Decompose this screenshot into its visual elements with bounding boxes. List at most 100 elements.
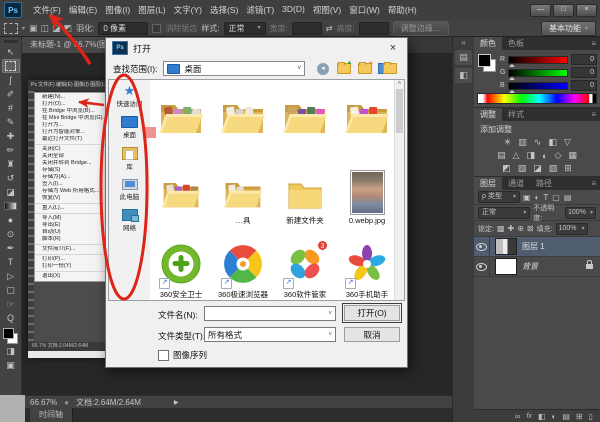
move-tool[interactable]: ↖: [2, 45, 20, 59]
sidebar-item-network[interactable]: 网络: [122, 209, 138, 232]
layer-group-icon[interactable]: ▤: [562, 412, 570, 421]
style-select[interactable]: 正常▾: [224, 22, 266, 35]
lock-pixels-icon[interactable]: ✚: [508, 224, 515, 233]
brightness-contrast-icon[interactable]: ☀: [503, 137, 511, 148]
menu-item-9[interactable]: 窗口(W): [345, 4, 384, 16]
history-brush-tool[interactable]: ↺: [2, 171, 20, 185]
posterize-icon[interactable]: ▧: [518, 163, 527, 174]
eraser-tool[interactable]: ◪: [2, 185, 20, 199]
file-list[interactable]: …具 新建文件夹 0.webp.jpg ↗ 360安全卫士: [150, 80, 404, 300]
file-item-新建文件夹[interactable]: 新建文件夹: [274, 154, 336, 228]
filter-adjustment-icon[interactable]: ◐: [535, 193, 540, 202]
color-tab-1[interactable]: 色板: [502, 37, 530, 50]
dialog-close-button[interactable]: ×: [385, 42, 401, 54]
color-lookup-icon[interactable]: ▦: [568, 150, 577, 161]
panel-foreground-swatch[interactable]: [478, 54, 491, 67]
menu-item-6[interactable]: 滤镜(T): [242, 4, 278, 16]
file-item-360安全卫士[interactable]: ↗ 360安全卫士: [150, 228, 212, 300]
open-button[interactable]: 打开(O): [344, 305, 400, 321]
layer-thumbnail[interactable]: [495, 258, 517, 275]
channel-mixer-icon[interactable]: ◇: [554, 150, 561, 161]
cancel-button[interactable]: 取消: [344, 327, 400, 342]
back-button[interactable]: ◂: [315, 62, 330, 75]
color-balance-icon[interactable]: △: [513, 150, 520, 161]
timeline-tab[interactable]: 时间轴: [30, 408, 73, 422]
quick-mask-icon[interactable]: ◨: [2, 344, 20, 358]
color-spectrum-ramp[interactable]: [477, 93, 597, 104]
lock-position-icon[interactable]: ⊕: [517, 224, 524, 233]
color-menu-icon[interactable]: ≡: [591, 37, 600, 50]
visibility-toggle[interactable]: [474, 237, 490, 256]
crop-tool[interactable]: #: [2, 101, 20, 115]
intersect-selection-icon[interactable]: ◩: [64, 23, 73, 34]
adjustments-menu-icon[interactable]: ≡: [591, 108, 600, 121]
layer-styles-icon[interactable]: fx: [526, 413, 531, 420]
filter-pixel-icon[interactable]: ▣: [523, 193, 531, 202]
width-input[interactable]: [292, 22, 322, 35]
layer-row-0[interactable]: 图层 1: [474, 237, 600, 257]
fill-input[interactable]: 100%▾: [556, 223, 588, 235]
exposure-icon[interactable]: ◧: [548, 137, 557, 148]
brush-tool[interactable]: ✏: [2, 143, 20, 157]
file-item-folder-open[interactable]: [336, 80, 398, 154]
filter-type-icon[interactable]: T: [543, 193, 548, 202]
adjustments-tab-1[interactable]: 样式: [502, 108, 530, 121]
delete-layer-icon[interactable]: ▯: [589, 412, 593, 421]
expand-panels-icon[interactable]: «: [461, 39, 465, 47]
color-tab-0[interactable]: 颜色: [474, 37, 502, 50]
layers-menu-icon[interactable]: ≡: [591, 177, 600, 190]
path-selection-tool[interactable]: ▷: [2, 269, 20, 283]
file-name-input[interactable]: ˅: [204, 306, 336, 321]
minimize-button[interactable]: —: [530, 4, 551, 17]
hue-saturation-icon[interactable]: ▤: [497, 150, 506, 161]
zoom-tool[interactable]: Q: [2, 311, 20, 325]
file-item-360手机助手[interactable]: ↗ 360手机助手: [336, 228, 398, 300]
layer-mask-icon[interactable]: ◧: [538, 412, 546, 421]
link-layers-icon[interactable]: ∞: [515, 412, 521, 421]
feather-input[interactable]: 0 像素: [98, 22, 148, 35]
up-one-level-button[interactable]: ▲: [336, 62, 351, 75]
panel-color-swatches[interactable]: [478, 54, 496, 72]
close-button[interactable]: ×: [576, 4, 597, 17]
tool-preset-caret-icon[interactable]: ▾: [22, 25, 25, 32]
antialias-checkbox[interactable]: [152, 24, 161, 33]
blur-tool[interactable]: ●: [2, 213, 20, 227]
toolbar-grip[interactable]: [4, 40, 18, 43]
curves-icon[interactable]: ∿: [534, 137, 542, 148]
channel-value-R[interactable]: 0: [571, 54, 597, 65]
layer-row-1[interactable]: 背景: [474, 257, 600, 277]
healing-brush-tool[interactable]: ✚: [2, 129, 20, 143]
channel-slider-R[interactable]: [508, 56, 568, 64]
scrollbar-thumb[interactable]: [396, 89, 403, 133]
levels-icon[interactable]: ▥: [518, 137, 527, 148]
channel-slider-G[interactable]: [508, 69, 568, 77]
lasso-tool[interactable]: ʃ: [2, 73, 20, 87]
layers-tab-2[interactable]: 路径: [530, 177, 558, 190]
rectangular-marquee-tool[interactable]: [2, 59, 20, 73]
visibility-toggle[interactable]: [474, 257, 490, 276]
menu-item-4[interactable]: 文字(Y): [170, 4, 206, 16]
history-panel-icon[interactable]: ▤: [455, 50, 472, 65]
add-to-selection-icon[interactable]: ◫: [41, 23, 50, 34]
clone-stamp-tool[interactable]: ♜: [2, 157, 20, 171]
file-type-select[interactable]: 所有格式˅: [204, 327, 336, 342]
refine-edge-button[interactable]: 调整边缘…: [393, 21, 449, 36]
selective-color-icon[interactable]: ⊞: [564, 163, 572, 174]
photo-filter-icon[interactable]: ◐: [542, 151, 547, 161]
rectangle-tool[interactable]: ▢: [2, 283, 20, 297]
filter-shape-icon[interactable]: ▢: [552, 193, 560, 202]
gradient-tool[interactable]: [2, 199, 20, 213]
workspace-switcher-button[interactable]: 基本功能▾: [541, 21, 596, 36]
sidebar-item-desktop[interactable]: 桌面: [121, 116, 138, 139]
screen-mode-icon[interactable]: ▣: [2, 358, 20, 372]
channel-slider-B[interactable]: [508, 82, 568, 90]
type-tool[interactable]: T: [2, 255, 20, 269]
menu-item-2[interactable]: 图像(I): [101, 4, 134, 16]
new-folder-button[interactable]: ✶: [357, 62, 372, 75]
height-input[interactable]: [359, 22, 389, 35]
menu-item-1[interactable]: 编辑(E): [65, 4, 101, 16]
file-item-360软件管家[interactable]: ↗ 3 360软件管家: [274, 228, 336, 300]
threshold-icon[interactable]: ◪: [533, 163, 542, 174]
vibrance-icon[interactable]: ▽: [564, 137, 571, 148]
hand-tool[interactable]: ☞: [2, 297, 20, 311]
